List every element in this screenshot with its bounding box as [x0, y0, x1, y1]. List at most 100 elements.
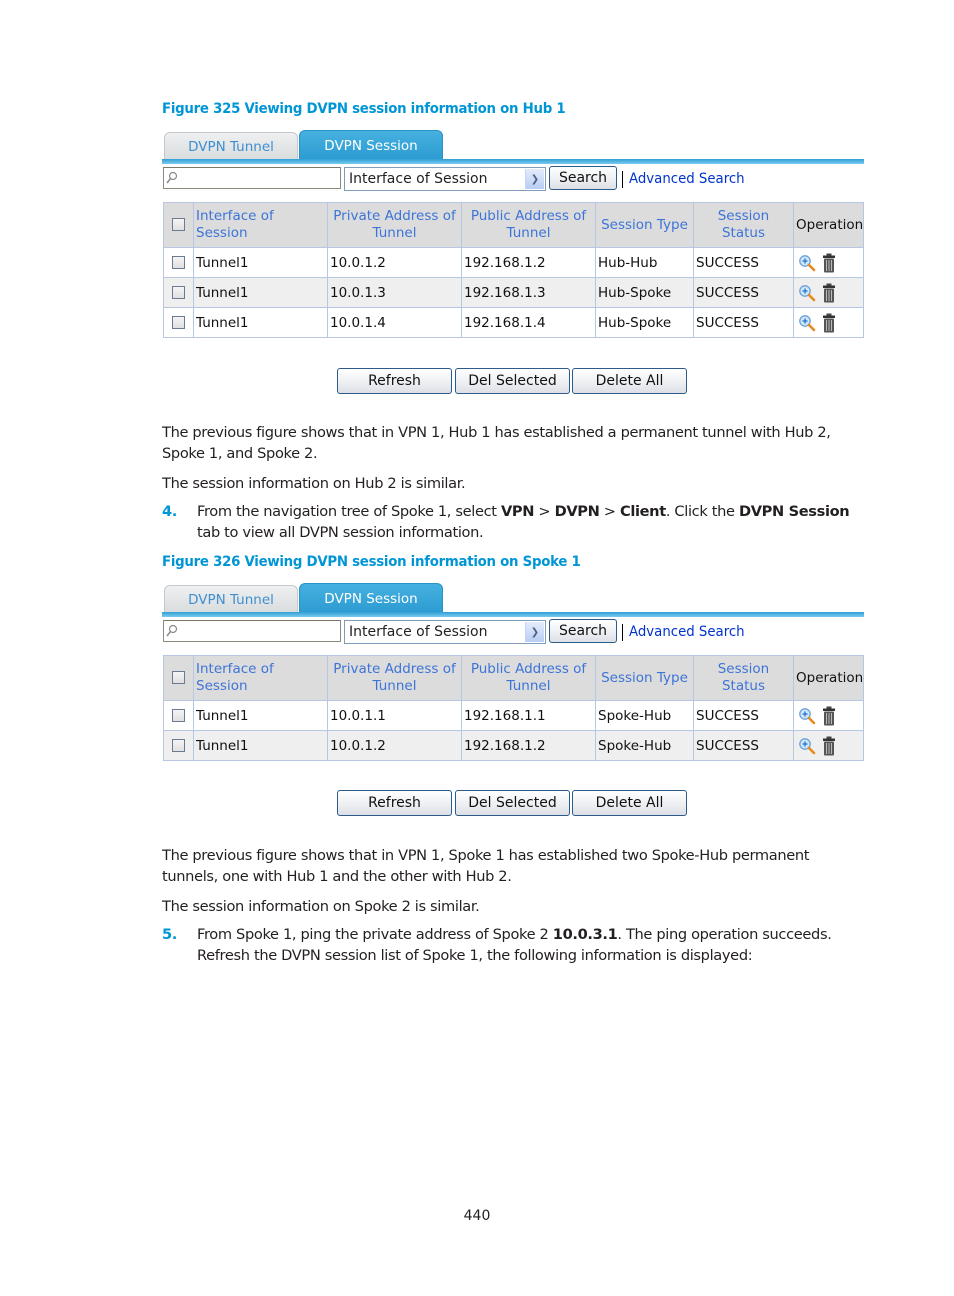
col-session-type[interactable]: Session Type — [595, 202, 694, 248]
cell-interface: Tunnel1 — [193, 247, 328, 278]
zoom-in-icon[interactable] — [798, 284, 816, 302]
filter-select-value: Interface of Session — [349, 624, 488, 640]
cell-private-address: 10.0.1.2 — [327, 730, 462, 761]
paragraph: The session information on Hub 2 is simi… — [162, 475, 466, 492]
row-checkbox[interactable] — [172, 256, 185, 269]
col-public-address[interactable]: Public Address of Tunnel — [461, 655, 596, 701]
search-button[interactable]: Search — [549, 619, 617, 643]
chevron-down-icon[interactable]: ❯ — [525, 169, 544, 189]
chevron-down-icon[interactable]: ❯ — [525, 622, 544, 642]
cell-session-type: Spoke-Hub — [595, 730, 694, 761]
table-row[interactable]: Tunnel1 10.0.1.2 192.168.1.2 Spoke-Hub SUCCE… — [163, 730, 864, 761]
select-all-checkbox[interactable] — [172, 218, 185, 231]
del-selected-button[interactable]: Del Selected — [455, 368, 570, 394]
select-all-cell — [163, 655, 194, 701]
trash-icon[interactable] — [822, 706, 836, 726]
page-number: 440 — [463, 1208, 491, 1224]
del-selected-button[interactable]: Del Selected — [455, 790, 570, 816]
step-text: From Spoke 1, ping the private address o… — [197, 926, 832, 964]
figure-caption: Figure 326 Viewing DVPN session informat… — [162, 554, 581, 570]
magnifier-icon — [166, 171, 178, 184]
table-row[interactable]: Tunnel1 10.0.1.4 192.168.1.4 Hub-Spoke SUCCE… — [163, 307, 864, 338]
tab-bar: DVPN Tunnel DVPN Session — [162, 583, 864, 617]
trash-icon[interactable] — [822, 253, 836, 273]
cell-session-status: SUCCESS — [693, 307, 794, 338]
zoom-in-icon[interactable] — [798, 737, 816, 755]
row-select-cell — [163, 277, 194, 308]
col-private-address[interactable]: Private Address of Tunnel — [327, 655, 462, 701]
row-checkbox[interactable] — [172, 316, 185, 329]
col-session-type[interactable]: Session Type — [595, 655, 694, 701]
tab-dvpn-tunnel[interactable]: DVPN Tunnel — [164, 585, 298, 613]
zoom-in-icon[interactable] — [798, 707, 816, 725]
figure-caption: Figure 325 Viewing DVPN session informat… — [162, 101, 566, 117]
action-buttons: Refresh Del Selected Delete All — [337, 790, 689, 816]
tab-dvpn-tunnel[interactable]: DVPN Tunnel — [164, 132, 298, 160]
cell-session-status: SUCCESS — [693, 277, 794, 308]
tab-dvpn-session[interactable]: DVPN Session — [299, 583, 443, 613]
cell-public-address: 192.168.1.3 — [461, 277, 596, 308]
col-interface[interactable]: Interface of Session — [193, 202, 328, 248]
delete-all-button[interactable]: Delete All — [572, 368, 687, 394]
zoom-in-icon[interactable] — [798, 314, 816, 332]
col-operation: Operation — [793, 655, 864, 701]
table-header-row: Interface of Session Private Address of … — [163, 202, 864, 248]
divider — [622, 624, 623, 641]
cell-public-address: 192.168.1.1 — [461, 700, 596, 731]
col-private-address[interactable]: Private Address of Tunnel — [327, 202, 462, 248]
cell-operation — [793, 307, 864, 338]
paragraph: The session information on Spoke 2 is si… — [162, 898, 480, 915]
table-row[interactable]: Tunnel1 10.0.1.3 192.168.1.3 Hub-Spoke SUCCE… — [163, 277, 864, 308]
advanced-search-link[interactable]: Advanced Search — [629, 624, 745, 640]
col-public-address[interactable]: Public Address of Tunnel — [461, 202, 596, 248]
action-buttons: Refresh Del Selected Delete All — [337, 368, 689, 394]
cell-session-type: Hub-Hub — [595, 247, 694, 278]
search-input[interactable] — [163, 620, 341, 642]
col-session-status[interactable]: Session Status — [693, 655, 794, 701]
cell-public-address: 192.168.1.4 — [461, 307, 596, 338]
row-select-cell — [163, 247, 194, 278]
delete-all-button[interactable]: Delete All — [572, 790, 687, 816]
search-input[interactable] — [163, 167, 341, 189]
search-row: Interface of Session ❯ Search Advanced S… — [162, 617, 864, 651]
cell-session-type: Hub-Spoke — [595, 307, 694, 338]
row-checkbox[interactable] — [172, 709, 185, 722]
tab-bar: DVPN Tunnel DVPN Session — [162, 130, 864, 164]
row-select-cell — [163, 700, 194, 731]
row-checkbox[interactable] — [172, 739, 185, 752]
paragraph: The previous figure shows that in VPN 1,… — [162, 424, 831, 462]
cell-private-address: 10.0.1.2 — [327, 247, 462, 278]
trash-icon[interactable] — [822, 736, 836, 756]
advanced-search-link[interactable]: Advanced Search — [629, 171, 745, 187]
step-number: 4. — [162, 503, 177, 520]
cell-public-address: 192.168.1.2 — [461, 247, 596, 278]
zoom-in-icon[interactable] — [798, 254, 816, 272]
cell-interface: Tunnel1 — [193, 700, 328, 731]
cell-session-status: SUCCESS — [693, 730, 794, 761]
filter-select[interactable]: Interface of Session ❯ — [344, 167, 546, 191]
cell-private-address: 10.0.1.1 — [327, 700, 462, 731]
cell-operation — [793, 700, 864, 731]
magnifier-icon — [166, 624, 178, 637]
col-session-status[interactable]: Session Status — [693, 202, 794, 248]
trash-icon[interactable] — [822, 313, 836, 333]
cell-private-address: 10.0.1.4 — [327, 307, 462, 338]
search-button[interactable]: Search — [549, 166, 617, 190]
col-interface[interactable]: Interface of Session — [193, 655, 328, 701]
filter-select[interactable]: Interface of Session ❯ — [344, 620, 546, 644]
table-row[interactable]: Tunnel1 10.0.1.2 192.168.1.2 Hub-Hub SUCCESS — [163, 247, 864, 278]
table-body: Tunnel1 10.0.1.1 192.168.1.1 Spoke-Hub SUCCE… — [163, 700, 864, 761]
cell-public-address: 192.168.1.2 — [461, 730, 596, 761]
session-table: Interface of Session Private Address of … — [163, 202, 864, 338]
col-operation: Operation — [793, 202, 864, 248]
step-5: 5. From Spoke 1, ping the private addres… — [162, 924, 864, 966]
table-row[interactable]: Tunnel1 10.0.1.1 192.168.1.1 Spoke-Hub SUCCE… — [163, 700, 864, 731]
refresh-button[interactable]: Refresh — [337, 368, 452, 394]
trash-icon[interactable] — [822, 283, 836, 303]
tab-dvpn-session[interactable]: DVPN Session — [299, 130, 443, 160]
session-table: Interface of Session Private Address of … — [163, 655, 864, 761]
row-checkbox[interactable] — [172, 286, 185, 299]
select-all-checkbox[interactable] — [172, 671, 185, 684]
refresh-button[interactable]: Refresh — [337, 790, 452, 816]
row-select-cell — [163, 730, 194, 761]
